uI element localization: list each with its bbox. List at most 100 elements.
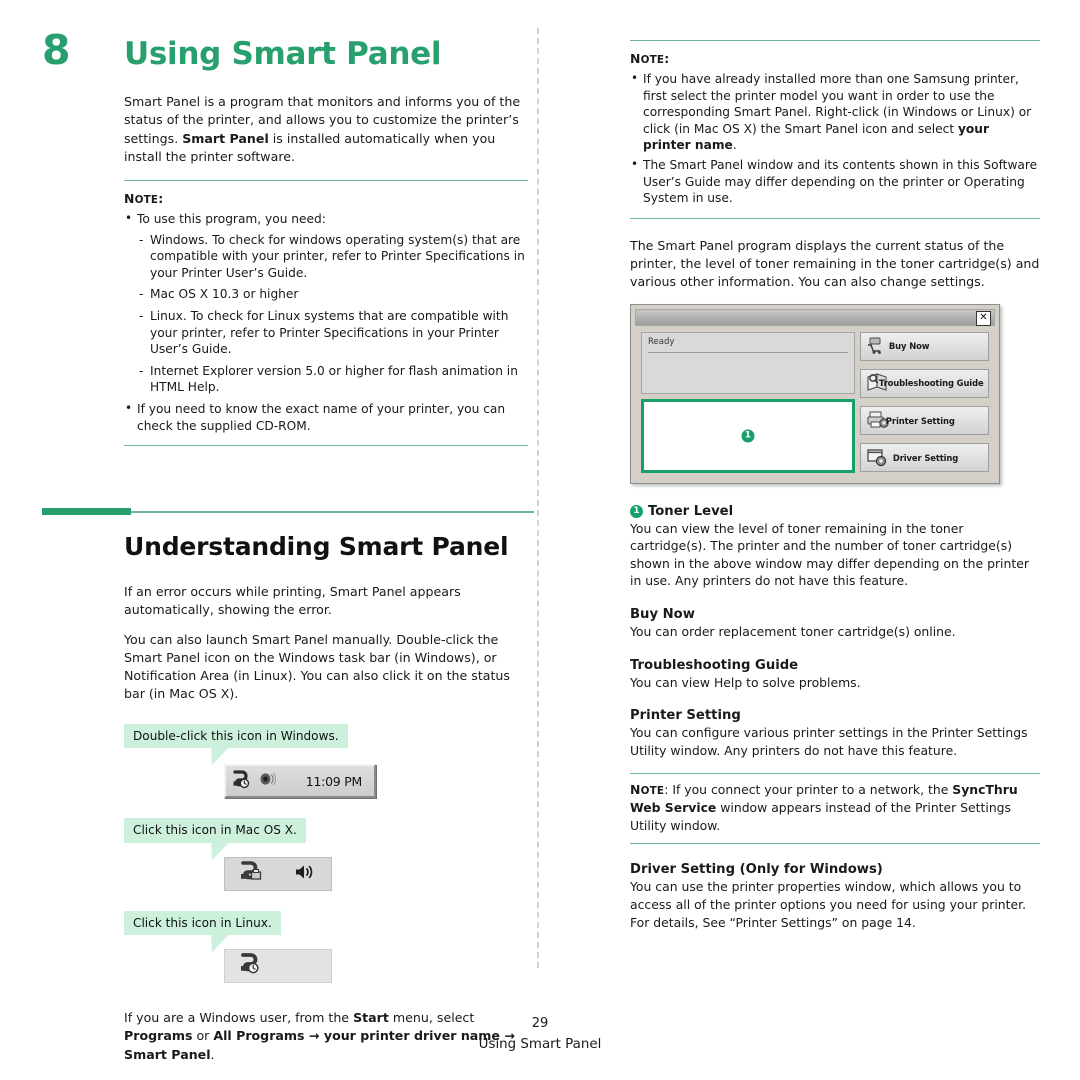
- right-note-b1c: .: [732, 138, 737, 153]
- smart-panel-tray-icon[interactable]: [239, 860, 265, 888]
- note-label-colon: :: [158, 191, 164, 206]
- note-label: NOTE:: [124, 191, 163, 206]
- mac-status-bar: [224, 856, 332, 891]
- smart-panel-tray-icon[interactable]: [239, 952, 265, 980]
- callout-windows-label: Double-click this icon in Windows.: [133, 728, 339, 743]
- callout-tail-icon: [209, 747, 230, 765]
- feature-heading: Buy Now: [630, 607, 1040, 622]
- troubleshooting-guide-button[interactable]: Troubleshooting Guide: [859, 368, 989, 398]
- green-rule-thin: [131, 511, 534, 513]
- right-intro-paragraph: The Smart Panel program displays the cur…: [630, 237, 1040, 290]
- list-item: Mac OS X 10.3 or higher: [137, 286, 528, 303]
- list-item: Windows. To check for windows operating …: [137, 232, 528, 282]
- feature-badge: 1: [630, 504, 643, 518]
- list-item: Internet Explorer version 5.0 or higher …: [137, 363, 528, 396]
- feature-title: Printer Setting: [630, 708, 741, 724]
- left-note-sublist: Windows. To check for windows operating …: [137, 232, 528, 396]
- left-note-bullet-1: To use this program, you need:: [137, 212, 326, 226]
- page-number: 29: [531, 1016, 549, 1031]
- troubleshooting-guide-label: Troubleshooting Guide: [878, 378, 984, 389]
- toner-level-panel: 1: [641, 398, 855, 473]
- feature-body: You can view the level of toner remainin…: [630, 520, 1029, 589]
- feature-title: Troubleshooting Guide: [630, 657, 799, 673]
- list-item: Linux. To check for Linux systems that a…: [137, 308, 528, 358]
- feature-body: You can view Help to solve problems.: [630, 674, 861, 690]
- shopping-cart-printer-icon: [866, 335, 886, 357]
- close-icon[interactable]: ✕: [976, 310, 991, 326]
- page-title: Understanding Smart Panel: [124, 532, 509, 562]
- footer-title: Using Smart Panel: [478, 1037, 602, 1052]
- syncthru-lead: : If you connect your printer to a netwo…: [664, 782, 953, 798]
- driver-setting-label: Driver Setting: [892, 452, 959, 463]
- right-note-list: If you have already installed more than …: [630, 70, 1040, 207]
- callout-mac-label: Click this icon in Mac OS X.: [133, 823, 297, 838]
- smart-panel-tray-icon[interactable]: [232, 769, 254, 793]
- smart-panel-button-pane: Buy Now Troubleshooting Guide Printer Se…: [859, 331, 989, 473]
- printer-status-text: Ready: [648, 336, 675, 347]
- feature-title: Toner Level: [648, 503, 734, 519]
- callout-linux: Click this icon in Linux.: [124, 910, 281, 936]
- note-label: NOTE: [630, 782, 664, 797]
- note-label-line: NOTE:: [630, 48, 1040, 67]
- chapter-heading: 8 Using Smart Panel: [42, 30, 534, 71]
- mac-callout-group: Click this icon in Mac OS X.: [124, 818, 534, 891]
- feature-heading: Troubleshooting Guide: [630, 658, 1040, 673]
- printer-setting-button[interactable]: Printer Setting: [859, 406, 989, 436]
- list-item: If you have already installed more than …: [630, 70, 1040, 154]
- syncthru-note-text: NOTE: If you connect your printer to a n…: [630, 781, 1040, 835]
- taskbar-clock: 11:09 PM: [305, 773, 362, 789]
- feature-heading: Driver Setting (Only for Windows): [630, 862, 1040, 877]
- page-footer: 29 Using Smart Panel: [0, 1016, 1080, 1052]
- feature-driver-setting: Driver Setting (Only for Windows) You ca…: [630, 862, 1040, 931]
- feature-heading: 1 Toner Level: [630, 504, 1040, 519]
- note-label-cap: N: [630, 782, 641, 798]
- feature-body: You can configure various printer settin…: [630, 725, 1028, 758]
- smart-panel-titlebar[interactable]: ✕: [635, 308, 995, 326]
- window-gear-icon: [866, 447, 890, 469]
- list-item: To use this program, you need: Windows. …: [124, 210, 528, 396]
- note-label-cap: N: [630, 51, 641, 66]
- left-column: 8 Using Smart Panel Smart Panel is a pro…: [42, 30, 534, 1075]
- right-intro-block: The Smart Panel program displays the cur…: [630, 237, 1040, 292]
- speaker-icon[interactable]: [258, 770, 277, 792]
- left-note-list: To use this program, you need: Windows. …: [124, 210, 528, 434]
- feature-title: Driver Setting (Only for Windows): [630, 862, 883, 878]
- printer-setting-label: Printer Setting: [885, 415, 955, 426]
- list-item: If you need to know the exact name of yo…: [124, 400, 528, 434]
- driver-setting-button[interactable]: Driver Setting: [859, 443, 989, 473]
- status-divider: [648, 351, 848, 353]
- buy-now-button[interactable]: Buy Now: [859, 331, 989, 361]
- note-label-cap: N: [124, 191, 135, 206]
- right-note-box: NOTE: If you have already installed more…: [630, 40, 1040, 219]
- intro-block: Smart Panel is a program that monitors a…: [124, 93, 528, 166]
- windows-taskbar-tray: 11:09 PM: [224, 764, 376, 799]
- right-column: NOTE: If you have already installed more…: [630, 40, 1040, 931]
- linux-notification-area: [224, 949, 332, 984]
- syncthru-note-box: NOTE: If you connect your printer to a n…: [630, 773, 1040, 845]
- feature-title: Buy Now: [630, 606, 695, 622]
- feature-body: You can use the printer properties windo…: [630, 879, 1027, 930]
- volume-icon[interactable]: [293, 862, 317, 886]
- green-rule: [42, 508, 534, 516]
- section-para-2: You can also launch Smart Panel manually…: [124, 631, 510, 702]
- callout-windows: Double-click this icon in Windows.: [124, 723, 348, 749]
- section-para-1: If an error occurs while printing, Smart…: [124, 584, 461, 618]
- intro-paragraph: Smart Panel is a program that monitors a…: [124, 93, 528, 166]
- note-label-colon: :: [664, 51, 670, 66]
- note-label-smallcaps: OTE: [640, 54, 665, 66]
- section-heading-wrap: Understanding Smart Panel: [42, 508, 534, 561]
- callout-linux-label: Click this icon in Linux.: [133, 915, 272, 930]
- toner-level-badge: 1: [741, 429, 755, 442]
- feature-heading: Printer Setting: [630, 708, 1040, 723]
- smart-panel-left-pane: Ready 1: [641, 331, 855, 473]
- chapter-number: 8: [42, 26, 71, 74]
- feature-buy-now: Buy Now You can order replacement toner …: [630, 607, 1040, 641]
- linux-callout-group: Click this icon in Linux.: [124, 910, 534, 984]
- document-page: 8 Using Smart Panel Smart Panel is a pro…: [0, 0, 1080, 1080]
- chapter-title: Using Smart Panel: [124, 36, 442, 72]
- note-label: NOTE:: [630, 51, 669, 66]
- green-rule-thick: [42, 508, 131, 516]
- feature-toner-level: 1 Toner Level You can view the level of …: [630, 504, 1040, 590]
- smart-panel-window: ✕ Ready 1 Buy Now Troubleshooting Guide …: [630, 303, 1000, 484]
- note-label-smallcaps: OTE: [640, 785, 665, 798]
